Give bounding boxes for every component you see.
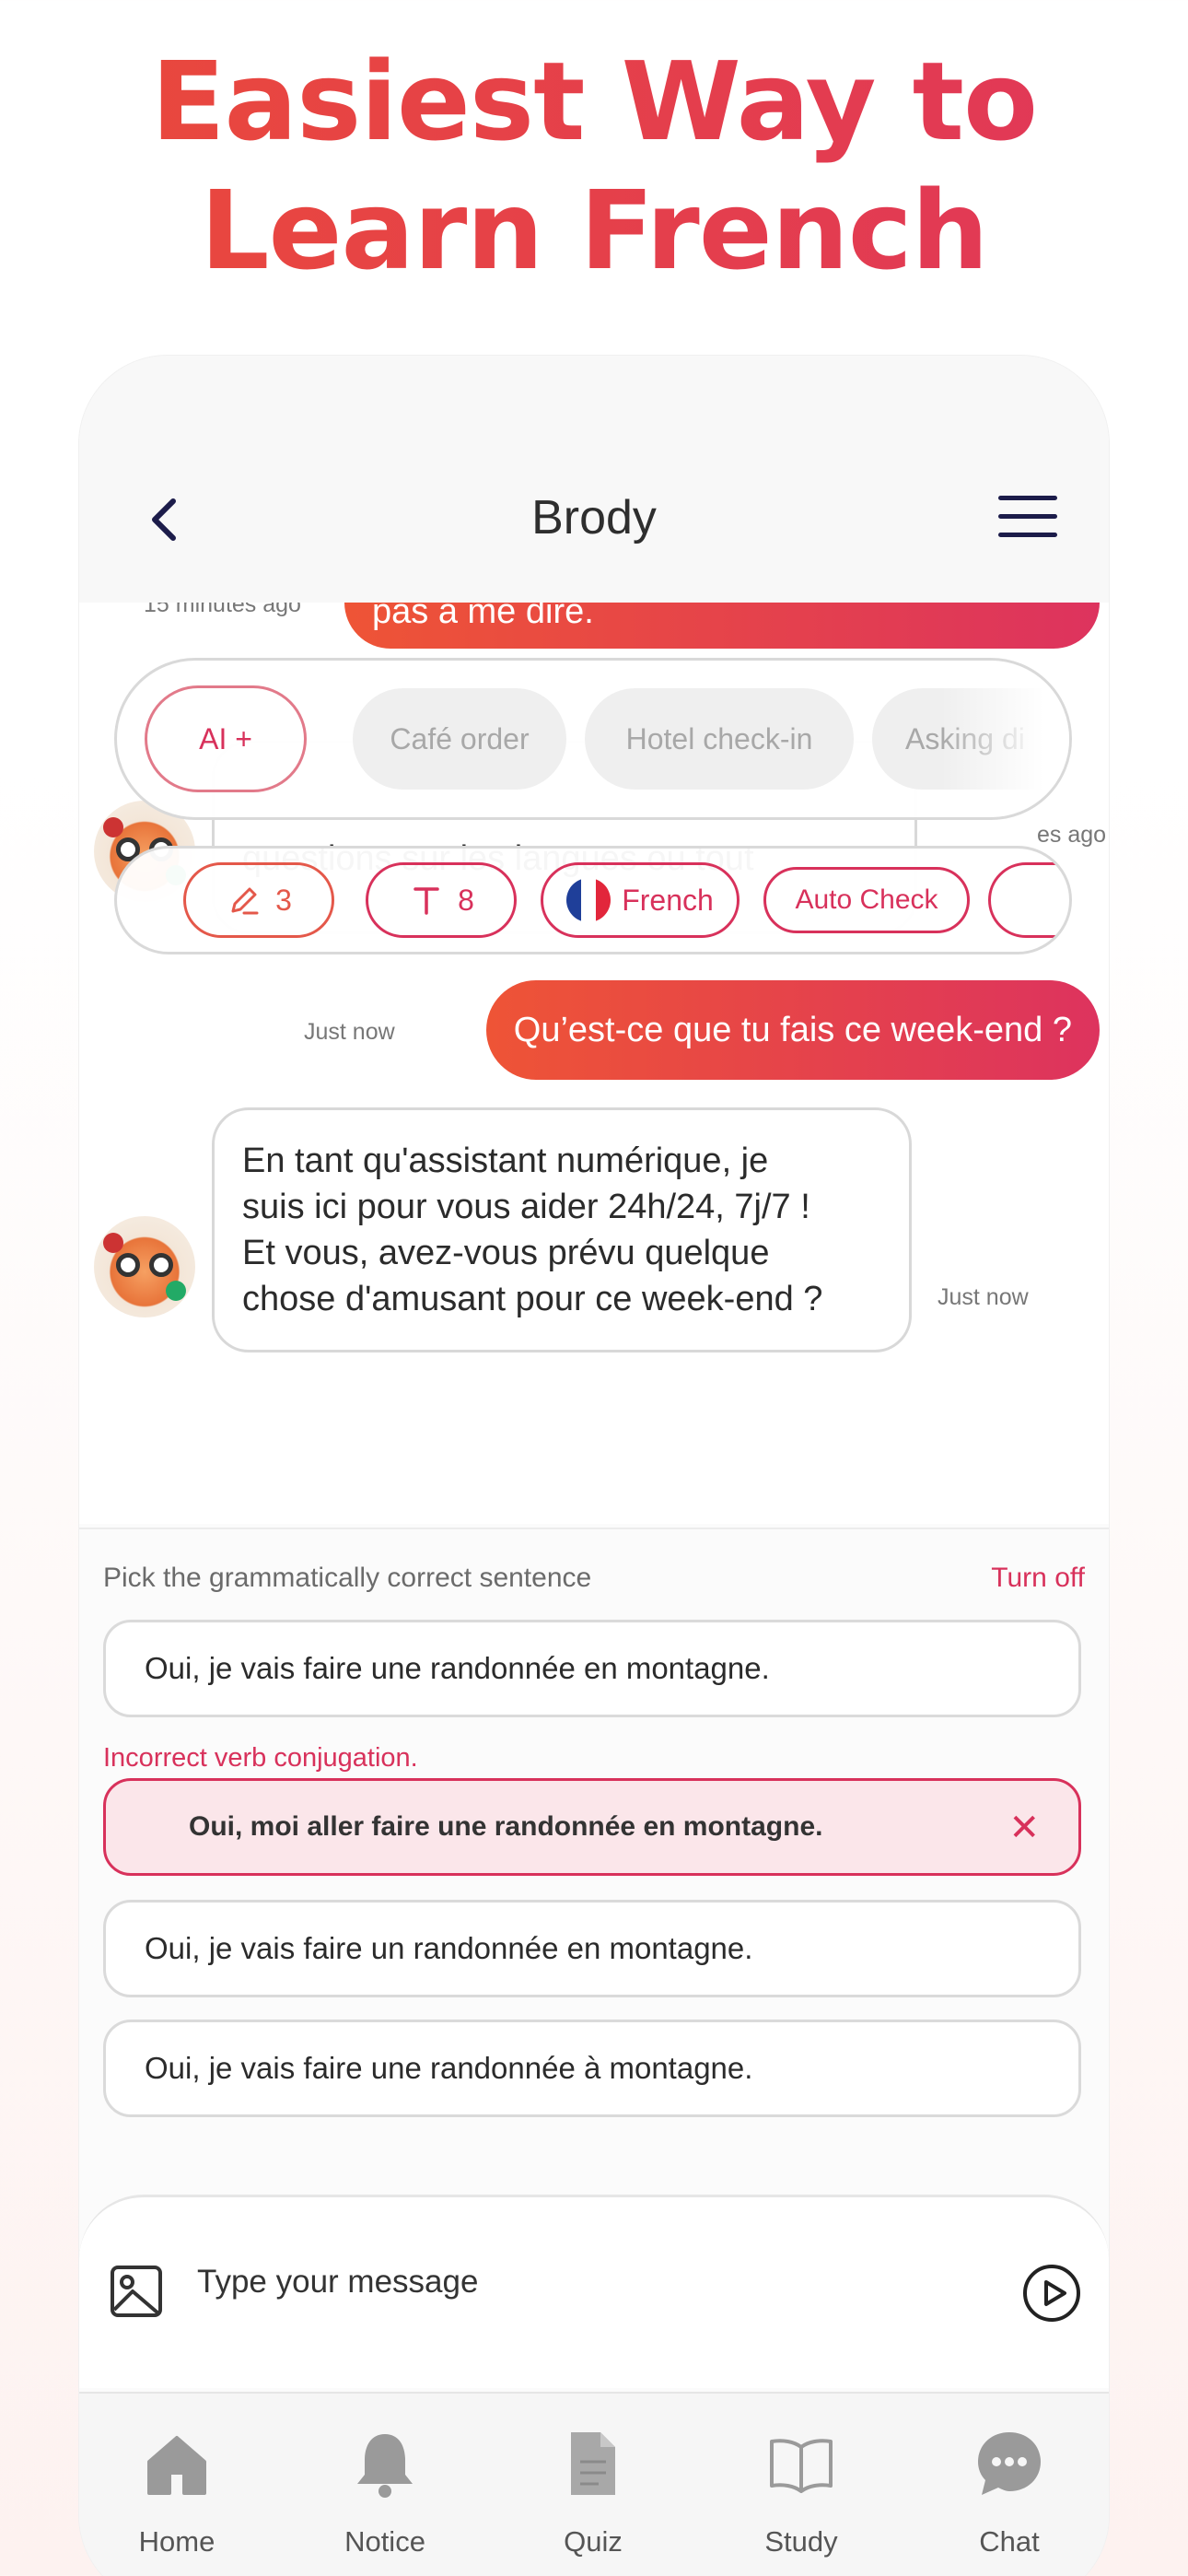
auto-check-chip[interactable]: Auto Check	[763, 867, 970, 933]
message-text: pas à me dire.	[372, 603, 594, 631]
option-text: Oui, je vais faire une randonnée à monta…	[145, 2051, 753, 2085]
timestamp: Just now	[304, 1019, 395, 1045]
tab-quiz[interactable]: Quiz	[501, 2427, 685, 2558]
turn-off-link[interactable]: Turn off	[991, 1563, 1085, 1594]
quiz-option[interactable]: Oui, je vais faire un randonnée en monta…	[103, 1900, 1081, 1997]
tab-label: Chat	[979, 2525, 1040, 2558]
more-chip[interactable]	[988, 862, 1069, 938]
text-size-value: 8	[458, 883, 474, 917]
headline-line-1: Easiest Way to	[150, 38, 1038, 165]
quiz-error-text: Incorrect verb conjugation.	[103, 1743, 418, 1773]
chat-area[interactable]: 15 minutes ago pas à me dire. questions …	[79, 603, 1109, 1524]
avatar	[94, 1216, 195, 1317]
option-text: Oui, je vais faire un randonnée en monta…	[145, 1931, 753, 1965]
message-line: Et vous, avez-vous prévu quelque	[242, 1234, 770, 1272]
tab-chat[interactable]: Chat	[917, 2427, 1101, 2558]
scenario-chip[interactable]: Hotel check-in	[585, 688, 854, 790]
scenario-chips-row[interactable]: AI + Café order Hotel check-in Asking di	[114, 658, 1072, 820]
tab-bar: Home Notice Quiz Study Chat	[79, 2392, 1109, 2576]
tab-notice[interactable]: Notice	[293, 2427, 477, 2558]
home-icon	[147, 2436, 206, 2495]
document-icon	[571, 2432, 615, 2495]
message-input[interactable]: Type your message	[197, 2264, 478, 2301]
quiz-option-incorrect[interactable]: Oui, moi aller faire une randonnée en mo…	[103, 1778, 1081, 1876]
send-icon[interactable]	[1022, 2264, 1081, 2323]
tab-label: Home	[138, 2525, 215, 2558]
chat-bubble-icon	[978, 2432, 1041, 2495]
quiz-prompt: Pick the grammatically correct sentence	[103, 1563, 592, 1593]
france-flag-icon	[566, 878, 611, 922]
user-message-bubble: Qu’est-ce que tu fais ce week-end ?	[485, 980, 1100, 1080]
ai-plus-chip[interactable]: AI +	[145, 685, 307, 792]
edits-count: 3	[275, 883, 292, 917]
user-message-bubble: pas à me dire.	[344, 603, 1100, 649]
navbar: Brody	[79, 356, 1109, 603]
divider	[79, 1528, 1109, 1529]
tab-label: Study	[764, 2525, 838, 2558]
scenario-chip[interactable]: Café order	[353, 688, 566, 790]
quiz-option[interactable]: Oui, je vais faire une randonnée en mont…	[103, 1620, 1081, 1717]
page-title: Brody	[531, 491, 657, 544]
option-text: Oui, moi aller faire une randonnée en mo…	[189, 1811, 823, 1842]
book-icon	[770, 2439, 833, 2493]
headline: Easiest Way to Learn French	[0, 37, 1188, 295]
timestamp: Just now	[938, 1284, 1029, 1310]
tab-home[interactable]: Home	[85, 2427, 269, 2558]
language-chip[interactable]: French	[541, 862, 740, 938]
language-label: French	[622, 883, 714, 917]
message-line: suis ici pour vous aider 24h/24, 7j/7 !	[242, 1188, 810, 1226]
timestamp: 15 minutes ago	[144, 603, 301, 617]
bot-message-bubble: En tant qu'assistant numérique, je suis …	[212, 1107, 912, 1352]
text-size-icon	[413, 887, 439, 915]
option-text: Oui, je vais faire une randonnée en mont…	[145, 1651, 770, 1685]
tab-label: Notice	[344, 2525, 425, 2558]
message-text: Qu’est-ce que tu fais ce week-end ?	[513, 1010, 1072, 1049]
message-line: chose d'amusant pour ce week-end ?	[242, 1280, 823, 1318]
phone-frame: Brody 15 minutes ago pas à me dire. ques…	[79, 356, 1109, 2576]
timestamp: es ago	[1037, 822, 1107, 848]
pencil-icon	[231, 887, 259, 915]
bell-icon	[357, 2434, 413, 2498]
message-input-bar: Type your message	[79, 2195, 1109, 2388]
tab-study[interactable]: Study	[709, 2427, 893, 2558]
edits-chip[interactable]: 3	[183, 862, 334, 938]
close-icon: ✕	[1008, 1808, 1040, 1848]
hamburger-icon[interactable]	[998, 496, 1057, 542]
text-size-chip[interactable]: 8	[366, 862, 517, 938]
headline-line-2: Learn French	[200, 167, 988, 294]
message-line: En tant qu'assistant numérique, je	[242, 1142, 769, 1180]
tab-label: Quiz	[564, 2525, 623, 2558]
settings-chips-row[interactable]: 3 8 French Auto Check	[114, 846, 1072, 954]
quiz-option[interactable]: Oui, je vais faire une randonnée à monta…	[103, 2020, 1081, 2117]
image-icon[interactable]	[109, 2264, 164, 2319]
